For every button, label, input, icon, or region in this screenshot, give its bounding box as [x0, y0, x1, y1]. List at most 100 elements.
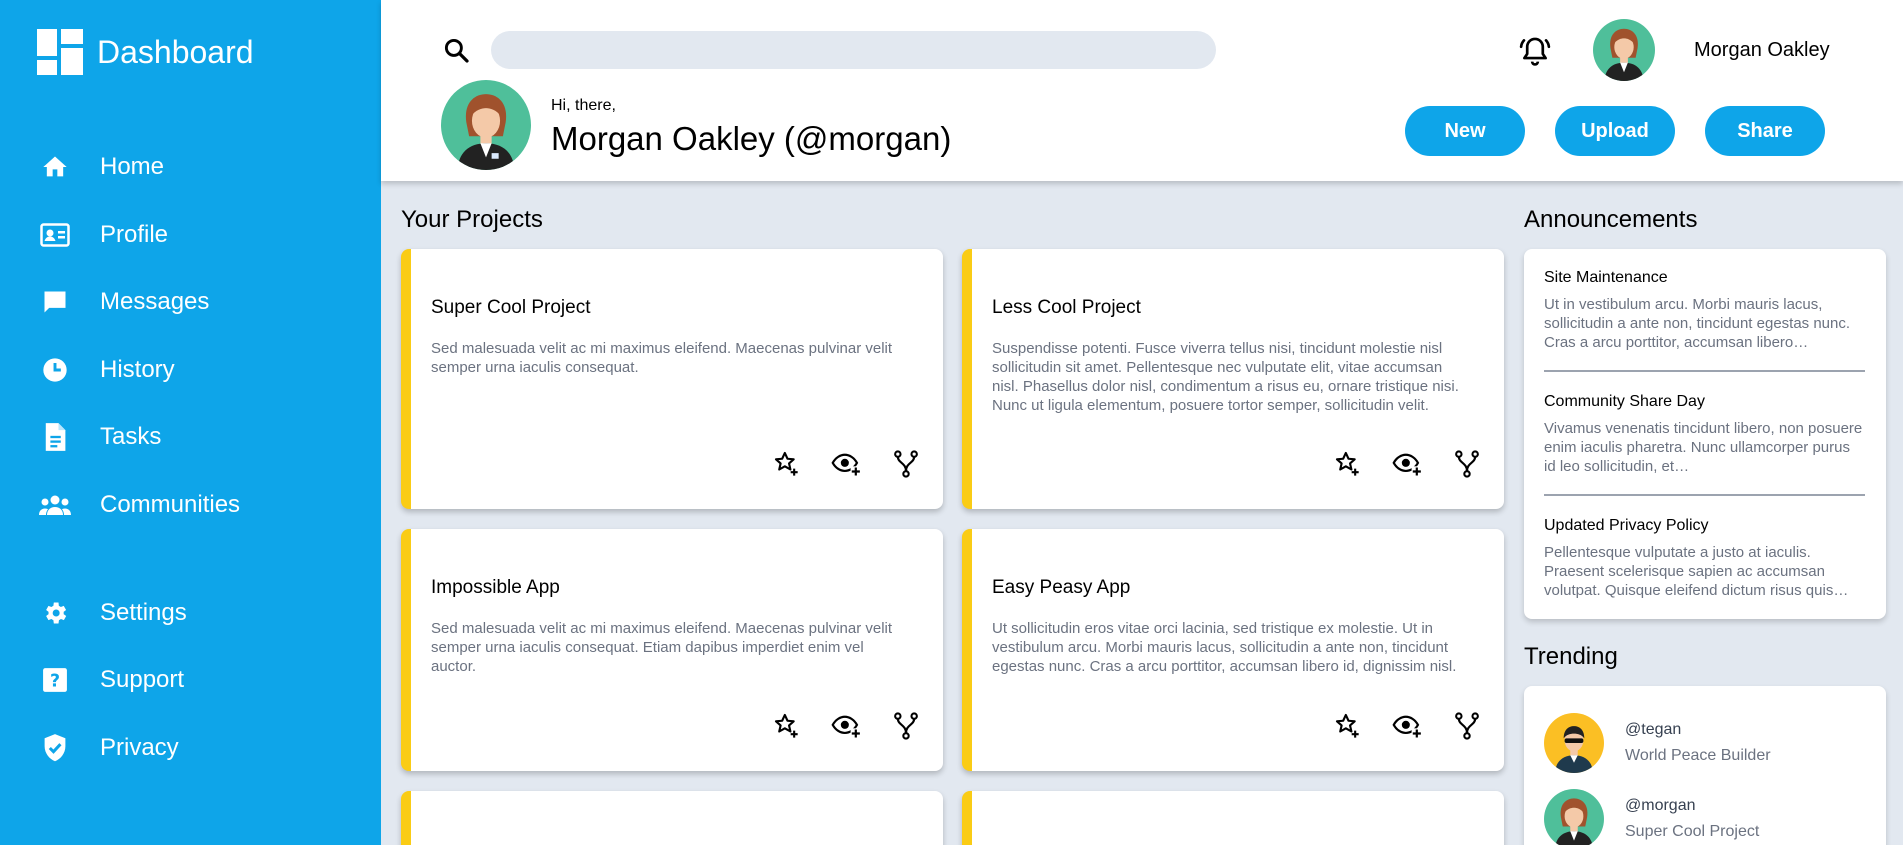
search-icon[interactable]	[442, 36, 472, 66]
trending-project[interactable]: Super Cool Project	[1625, 823, 1759, 841]
announcement-title[interactable]: Site Maintenance	[1544, 269, 1865, 287]
sidebar-item-label: Tasks	[100, 423, 162, 450]
document-icon	[37, 419, 73, 455]
people-icon	[37, 487, 73, 523]
project-description: Suspendisse potenti. Fusce viverra tellu…	[992, 340, 1459, 414]
sidebar-item-label: Home	[100, 153, 165, 180]
announcement-title[interactable]: Updated Privacy Policy	[1544, 517, 1865, 535]
header: Morgan Oakley Hi, there, Morgan Oakley (…	[381, 0, 1903, 181]
project-description: Sed malesuada velit ac mi maximus eleife…	[431, 340, 893, 376]
message-icon	[37, 284, 73, 320]
trending-panel: @tegan World Peace Builder @morgan Super…	[1524, 686, 1886, 845]
announcement-title[interactable]: Community Share Day	[1544, 393, 1865, 411]
sidebar-item-settings[interactable]: Settings	[37, 593, 187, 633]
trending-avatar	[1544, 789, 1604, 845]
project-title[interactable]: Super Cool Project	[431, 297, 590, 319]
project-actions	[771, 449, 921, 479]
trending-handle[interactable]: @morgan	[1625, 797, 1759, 815]
shield-check-icon	[37, 730, 73, 766]
svg-text:?: ?	[50, 672, 60, 692]
project-title[interactable]: Less Cool Project	[992, 297, 1141, 319]
greeting-text: Hi, there,	[551, 97, 616, 114]
watch-add-icon[interactable]	[831, 711, 861, 741]
watch-add-icon[interactable]	[1392, 711, 1422, 741]
announcement-text: Vivamus venenatis tincidunt libero, non …	[1544, 420, 1863, 475]
project-description: Sed malesuada velit ac mi maximus eleife…	[431, 620, 893, 675]
announcement-text: Ut in vestibulum arcu. Morbi mauris lacu…	[1544, 296, 1851, 351]
project-card[interactable]: Less Cool Project Suspendisse potenti. F…	[962, 249, 1504, 509]
divider	[1544, 370, 1865, 372]
trending-info: @morgan Super Cool Project	[1625, 797, 1759, 841]
projects-heading: Your Projects	[401, 206, 543, 233]
project-title[interactable]: Easy Peasy App	[992, 577, 1130, 599]
fork-icon[interactable]	[891, 449, 921, 479]
search-input[interactable]	[491, 31, 1216, 69]
header-username[interactable]: Morgan Oakley	[1694, 39, 1830, 62]
dashboard-logo-icon	[37, 29, 83, 75]
star-add-icon[interactable]	[1332, 711, 1362, 741]
sidebar-item-messages[interactable]: Messages	[37, 282, 209, 322]
announcements-heading: Announcements	[1524, 206, 1698, 233]
sidebar-item-label: History	[100, 356, 175, 383]
trending-heading: Trending	[1524, 643, 1618, 670]
trending-item[interactable]: @tegan World Peace Builder	[1544, 713, 1771, 773]
help-icon: ?	[37, 662, 73, 698]
sidebar-item-label: Communities	[100, 491, 241, 518]
sidebar-item-label: Messages	[100, 288, 210, 315]
sidebar-item-support[interactable]: ? Support	[37, 660, 184, 700]
sidebar-item-profile[interactable]: Profile	[37, 215, 168, 255]
sidebar-item-privacy[interactable]: Privacy	[37, 728, 179, 768]
trending-item[interactable]: @morgan Super Cool Project	[1544, 789, 1759, 845]
announcement-text: Pellentesque vulputate a justo at iaculi…	[1544, 544, 1849, 599]
announcement-item[interactable]: Updated Privacy Policy Pellentesque vulp…	[1544, 517, 1865, 600]
sidebar-item-label: Settings	[100, 599, 187, 626]
trending-handle[interactable]: @tegan	[1625, 721, 1771, 739]
new-button[interactable]: New	[1405, 106, 1525, 156]
sidebar: Dashboard Home Profile Messages History …	[0, 0, 381, 845]
watch-add-icon[interactable]	[831, 449, 861, 479]
gear-icon	[37, 595, 73, 631]
star-add-icon[interactable]	[771, 711, 801, 741]
profile-avatar	[441, 80, 531, 170]
watch-add-icon[interactable]	[1392, 449, 1422, 479]
trending-info: @tegan World Peace Builder	[1625, 721, 1771, 765]
upload-button[interactable]: Upload	[1555, 106, 1675, 156]
project-actions	[1332, 711, 1482, 741]
star-add-icon[interactable]	[771, 449, 801, 479]
sidebar-item-label: Support	[100, 666, 185, 693]
project-description: Ut sollicitudin eros vitae orci lacinia,…	[992, 620, 1457, 675]
bell-alert-icon[interactable]	[1518, 34, 1552, 68]
announcement-item[interactable]: Community Share Day Vivamus venenatis ti…	[1544, 393, 1865, 476]
announcement-item[interactable]: Site Maintenance Ut in vestibulum arcu. …	[1544, 269, 1865, 352]
project-card[interactable]: Impossible App Sed malesuada velit ac mi…	[401, 529, 943, 771]
fork-icon[interactable]	[891, 711, 921, 741]
fork-icon[interactable]	[1452, 711, 1482, 741]
id-card-icon	[37, 217, 73, 253]
brand-title: Dashboard	[97, 33, 254, 70]
fork-icon[interactable]	[1452, 449, 1482, 479]
sidebar-item-communities[interactable]: Communities	[37, 485, 240, 525]
trending-avatar	[1544, 713, 1604, 773]
project-card[interactable]: Super Cool Project Sed malesuada velit a…	[401, 249, 943, 509]
sidebar-item-home[interactable]: Home	[37, 147, 164, 187]
sidebar-item-tasks[interactable]: Tasks	[37, 417, 161, 457]
clock-icon	[37, 352, 73, 388]
sidebar-item-label: Profile	[100, 221, 169, 248]
divider	[1544, 494, 1865, 496]
trending-project[interactable]: World Peace Builder	[1625, 747, 1771, 765]
profile-display-name: Morgan Oakley (@morgan)	[551, 120, 952, 157]
share-button[interactable]: Share	[1705, 106, 1825, 156]
project-title[interactable]: Impossible App	[431, 577, 560, 599]
project-actions	[771, 711, 921, 741]
project-card[interactable]	[401, 791, 943, 845]
project-card[interactable]	[962, 791, 1504, 845]
announcements-panel: Site Maintenance Ut in vestibulum arcu. …	[1524, 249, 1886, 619]
home-icon	[37, 149, 73, 185]
project-actions	[1332, 449, 1482, 479]
brand[interactable]: Dashboard	[37, 29, 254, 75]
star-add-icon[interactable]	[1332, 449, 1362, 479]
user-avatar[interactable]	[1593, 19, 1655, 81]
sidebar-item-label: Privacy	[100, 734, 179, 761]
project-card[interactable]: Easy Peasy App Ut sollicitudin eros vita…	[962, 529, 1504, 771]
sidebar-item-history[interactable]: History	[37, 350, 175, 390]
